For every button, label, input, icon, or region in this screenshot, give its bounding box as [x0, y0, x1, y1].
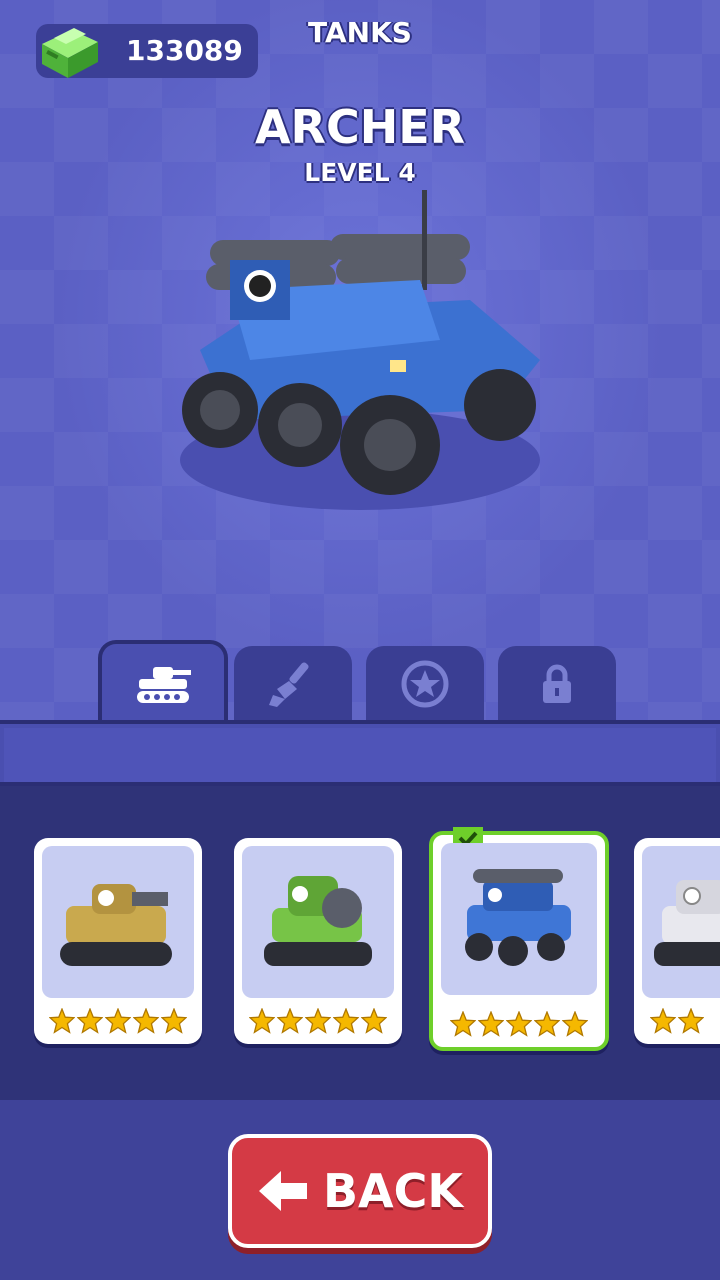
arrow-left-icon	[258, 1171, 307, 1211]
tank-card[interactable]	[34, 838, 202, 1044]
tank-card-selected[interactable]	[429, 827, 609, 1051]
back-button[interactable]: BACK	[228, 1134, 492, 1248]
star-rating	[634, 1008, 720, 1034]
hero-tank-model	[180, 190, 540, 510]
tank-thumbnail	[42, 846, 194, 998]
lock-icon	[543, 664, 571, 703]
star-rating	[433, 1011, 605, 1037]
star-icon	[562, 1011, 588, 1037]
tab-paint[interactable]	[234, 646, 352, 722]
star-badge-icon	[401, 660, 449, 708]
tank-list	[0, 786, 720, 1100]
star-icon	[478, 1011, 504, 1037]
panel-title: TANKS	[308, 16, 412, 49]
star-icon	[105, 1008, 131, 1034]
tank-icon	[137, 667, 191, 703]
tab-emblem[interactable]	[366, 646, 484, 722]
star-icon	[506, 1011, 532, 1037]
star-rating	[234, 1008, 402, 1034]
back-button-label: BACK	[322, 1164, 464, 1218]
star-icon	[534, 1011, 560, 1037]
vehicle-level: LEVEL 4	[304, 158, 416, 187]
star-rating	[34, 1008, 202, 1034]
tank-thumbnail	[441, 843, 597, 995]
star-icon	[305, 1008, 331, 1034]
vehicle-name: ARCHER	[254, 100, 466, 154]
category-tabs	[0, 640, 720, 724]
tank-thumbnail	[642, 846, 720, 998]
star-icon	[678, 1008, 704, 1034]
star-icon	[361, 1008, 387, 1034]
paintbrush-icon	[269, 662, 309, 707]
star-icon	[249, 1008, 275, 1034]
panel-header	[0, 720, 720, 786]
star-icon	[49, 1008, 75, 1034]
star-icon	[77, 1008, 103, 1034]
star-icon	[133, 1008, 159, 1034]
tab-locked[interactable]	[498, 646, 616, 722]
star-icon	[650, 1008, 676, 1034]
tank-card[interactable]	[634, 838, 720, 1044]
star-icon	[333, 1008, 359, 1034]
tank-thumbnail	[242, 846, 394, 998]
star-icon	[277, 1008, 303, 1034]
star-icon	[450, 1011, 476, 1037]
tab-tanks[interactable]	[98, 640, 228, 724]
tank-card[interactable]	[234, 838, 402, 1044]
star-icon	[161, 1008, 187, 1034]
